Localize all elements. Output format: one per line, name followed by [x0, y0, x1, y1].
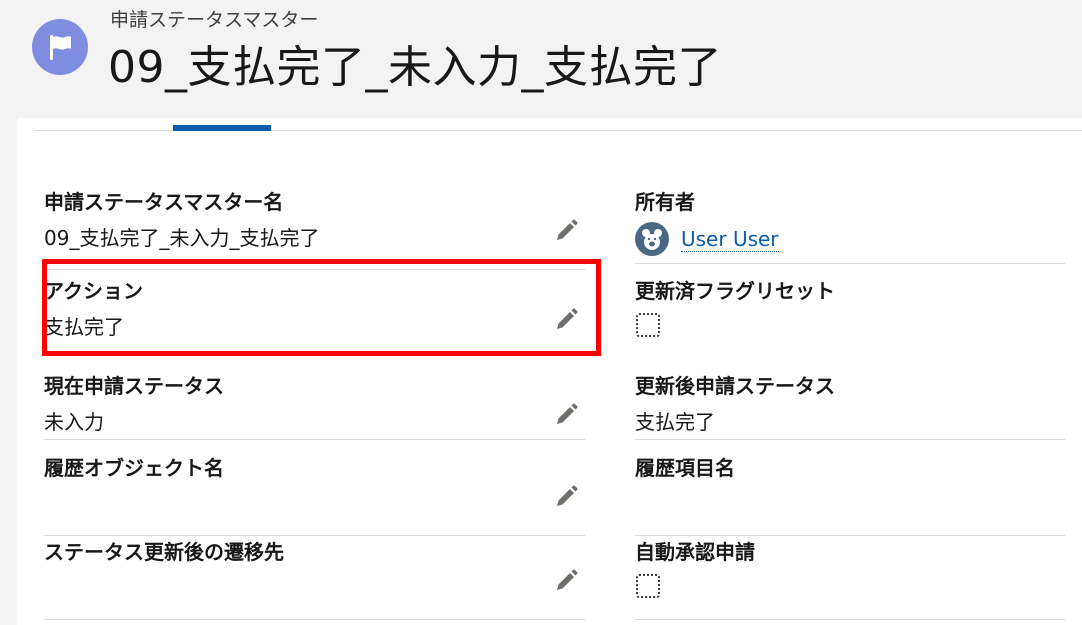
field-label: 申請ステータスマスター名 [44, 190, 284, 214]
field-label: ステータス更新後の遷移先 [44, 540, 284, 564]
flag-icon [32, 19, 88, 75]
field-value: 09_支払完了_未入力_支払完了 [44, 226, 320, 250]
checkbox-updated-flag-reset [636, 313, 660, 337]
highlight-box [42, 259, 601, 356]
field-label: 更新後申請ステータス [635, 374, 835, 398]
field-value: 未入力 [44, 410, 104, 434]
page-header: 申請ステータスマスター 09_支払完了_未入力_支払完了 [0, 0, 1082, 118]
object-type-label: 申請ステータスマスター [110, 9, 319, 31]
field-history-item-name: 履歴項目名 [635, 452, 1065, 536]
field-updated-flag-reset: 更新済フラグリセット [635, 275, 1065, 359]
pencil-icon[interactable] [553, 218, 579, 244]
pencil-icon[interactable] [553, 568, 579, 594]
field-label: 所有者 [635, 190, 695, 214]
field-label: 更新済フラグリセット [635, 279, 835, 303]
field-label: 現在申請ステータス [44, 374, 224, 398]
avatar[interactable] [635, 222, 669, 256]
field-status-master-name: 申請ステータスマスター名 09_支払完了_未入力_支払完了 [44, 186, 585, 270]
field-current-status: 現在申請ステータス 未入力 [44, 370, 585, 440]
field-history-object-name: 履歴オブジェクト名 [44, 452, 585, 536]
field-updated-status: 更新後申請ステータス 支払完了 [635, 370, 1065, 440]
pencil-icon[interactable] [553, 402, 579, 428]
field-label: 履歴オブジェクト名 [44, 456, 224, 480]
field-label: 自動承認申請 [635, 540, 755, 564]
record-title: 09_支払完了_未入力_支払完了 [108, 42, 722, 93]
field-owner: 所有者 User User [635, 186, 1065, 264]
owner-link[interactable]: User User [681, 227, 779, 252]
pencil-icon[interactable] [553, 484, 579, 510]
checkbox-auto-approval [636, 574, 660, 598]
field-value: 支払完了 [635, 410, 715, 434]
field-auto-approval: 自動承認申請 [635, 536, 1065, 620]
field-redirect-after-update: ステータス更新後の遷移先 [44, 536, 585, 620]
owner-row: User User [635, 222, 779, 256]
field-label: 履歴項目名 [635, 456, 735, 480]
tab-active-indicator[interactable] [173, 125, 271, 131]
